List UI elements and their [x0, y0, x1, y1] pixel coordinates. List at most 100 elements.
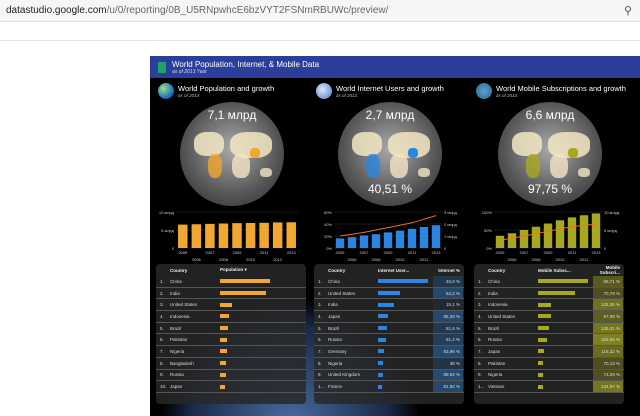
bar [232, 223, 242, 248]
table-header: Country Population ▾ [156, 264, 306, 276]
table-row[interactable]: 3. India 15,1 % [314, 299, 464, 312]
y2-tick-label: 0 [604, 246, 607, 251]
column-header[interactable]: Internet % [433, 264, 463, 276]
table-row[interactable]: 2. India [156, 288, 306, 300]
value-bar [538, 291, 575, 296]
table-row[interactable]: 9. United Kingdom 89,84 % [314, 369, 464, 382]
world-map-globe[interactable]: 6,6 млрд 97,75 % [498, 102, 602, 206]
table-row[interactable]: 3. United States [156, 299, 306, 312]
row-country: France [328, 384, 343, 390]
row-rank: 5. [318, 325, 322, 331]
x-tick-label: 2006 [508, 257, 518, 262]
table-row[interactable]: 4. United States 97,08 % [474, 311, 624, 323]
row-bar-cell [538, 276, 593, 287]
row-country: India [328, 302, 338, 308]
bar [555, 220, 565, 248]
table-row[interactable]: 8. Pakistan 70,13 % [474, 357, 624, 370]
row-percent [275, 323, 305, 334]
table-row[interactable]: 3. Indonesia 125,36 % [474, 299, 624, 312]
value-bar [220, 291, 266, 296]
row-country: Germany [328, 348, 347, 354]
bar [531, 226, 541, 248]
table-row[interactable]: 6. Russia 61,4 % [314, 334, 464, 347]
table-row[interactable]: 1. China [156, 276, 306, 288]
row-bar-cell [538, 381, 593, 392]
row-bar-cell [378, 370, 433, 381]
table-row[interactable]: 1. China 88,71 % [474, 276, 624, 288]
table-row[interactable]: 9. Russia [156, 370, 306, 382]
column-header[interactable]: Mobile Subscri... [593, 264, 623, 276]
row-bar-cell [220, 311, 275, 322]
world-map-globe[interactable]: 7,1 млрд [180, 102, 284, 206]
row-percent: 84,2 % [433, 287, 463, 299]
table-row[interactable]: 4. Japan 86,25 % [314, 311, 464, 323]
column-header[interactable] [275, 264, 305, 276]
y-tick-label: 40% [324, 222, 332, 227]
globe-icon [158, 83, 174, 99]
x-tick-label: 2006 [192, 257, 202, 262]
table-row[interactable]: 1. China 45,8 % [314, 276, 464, 288]
report-header: World Population, Internet, & Mobile Dat… [150, 56, 640, 78]
table-row[interactable]: 1... Vietnam 134,97 % [474, 381, 624, 393]
value-bar [220, 361, 226, 366]
table-row[interactable]: 9. Nigeria 73,29 % [474, 369, 624, 382]
x-tick-label: 2007 [205, 250, 215, 255]
row-country: Pakistan [170, 337, 188, 343]
table-row[interactable]: 2. India 70,78 % [474, 287, 624, 300]
bar [591, 213, 601, 248]
world-map-globe[interactable]: 2,7 млрд 40,51 % [338, 102, 442, 206]
map-land [366, 154, 380, 178]
sheets-icon [158, 61, 166, 73]
value-bar [538, 279, 588, 284]
y2-tick-label: 0 [444, 246, 447, 251]
table-row[interactable]: 8. Bangladesh [156, 358, 306, 370]
table-row[interactable]: 7. Nigeria [156, 346, 306, 358]
column-header[interactable]: Country [328, 268, 378, 273]
x-tick-label: 2006 [348, 257, 358, 262]
column-header[interactable]: Population ▾ [220, 264, 275, 276]
table-row[interactable]: 4. Indonesia [156, 311, 306, 323]
column-header[interactable]: Internet User... [378, 264, 433, 276]
row-rank: 10. [160, 384, 167, 390]
row-percent [275, 381, 305, 392]
row-rank: 7. [478, 348, 482, 354]
y-tick-label: 0 [172, 246, 175, 251]
table-row[interactable]: 7. Japan 116,32 % [474, 346, 624, 358]
column-header[interactable]: Country [170, 268, 220, 273]
row-bar-cell [538, 334, 593, 345]
value-bar [378, 361, 383, 366]
row-bar-cell [538, 346, 593, 357]
table-row[interactable]: 8. Nigeria 38 % [314, 357, 464, 370]
row-percent: 70,78 % [593, 287, 623, 299]
row-country: Brazil [328, 325, 340, 331]
map-land [526, 154, 540, 178]
address-bar[interactable]: datastudio.google.com/u/0/reporting/0B_U… [0, 0, 640, 22]
column-header[interactable]: Mobile Subsc... [538, 264, 593, 276]
value-bar [220, 372, 226, 377]
bar [178, 224, 188, 248]
table-row[interactable]: 2. United States 84,2 % [314, 287, 464, 300]
x-tick-label: 2010 [246, 257, 256, 262]
table-row[interactable]: 10. Japan [156, 381, 306, 393]
row-percent: 134,97 % [593, 381, 623, 392]
mobile-phone-icon [476, 83, 492, 99]
x-tick-label: 2009 [384, 250, 394, 255]
internet-globe-icon [316, 83, 332, 99]
table-row[interactable]: 6. Russia 152,84 % [474, 334, 624, 347]
value-bar [538, 326, 549, 331]
table-row[interactable]: 5. Brazil [156, 323, 306, 335]
table-row[interactable]: 1... France 81,92 % [314, 381, 464, 393]
table-row[interactable]: 7. Germany 83,96 % [314, 346, 464, 358]
map-land [352, 132, 382, 156]
table-row[interactable]: 6. Pakistan [156, 334, 306, 347]
row-country: Brazil [488, 325, 500, 331]
zoom-icon[interactable]: ⚲ [624, 4, 632, 17]
table-row[interactable]: 5. Brazil 51,6 % [314, 322, 464, 335]
value-bar [538, 314, 551, 319]
row-percent: 125,36 % [593, 299, 623, 311]
row-bar-cell [220, 323, 275, 334]
column-header[interactable]: Country [488, 268, 538, 273]
row-rank: 1. [318, 278, 322, 284]
table-row[interactable]: 5. Brazil 135,31 % [474, 322, 624, 335]
row-bar-cell [538, 288, 593, 299]
